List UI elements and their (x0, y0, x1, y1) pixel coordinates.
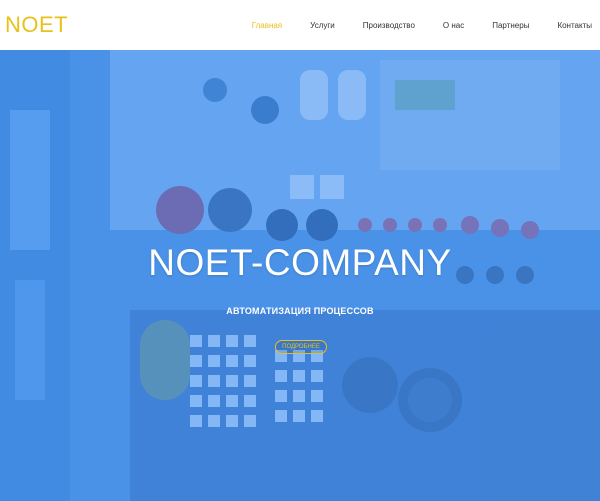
hero-section: NOET-COMPANY АВТОМАТИЗАЦИЯ ПРОЦЕССОВ ПОД… (0, 50, 600, 501)
hero-subtitle: АВТОМАТИЗАЦИЯ ПРОЦЕССОВ (226, 306, 374, 316)
details-button[interactable]: ПОДРОБНЕЕ (275, 340, 327, 354)
nav-item-services[interactable]: Услуги (310, 21, 335, 30)
main-nav: Главная Услуги Производство О нас Партне… (252, 21, 592, 30)
nav-item-contacts[interactable]: Контакты (557, 21, 592, 30)
nav-item-partners[interactable]: Партнеры (492, 21, 529, 30)
nav-item-production[interactable]: Производство (363, 21, 415, 30)
hero-title: NOET-COMPANY (148, 242, 452, 283)
nav-item-about[interactable]: О нас (443, 21, 464, 30)
navbar: NOET Главная Услуги Производство О нас П… (0, 0, 600, 50)
hero-content: NOET-COMPANY АВТОМАТИЗАЦИЯ ПРОЦЕССОВ ПОД… (0, 50, 600, 501)
site-logo[interactable]: NOET (5, 12, 68, 38)
nav-item-home[interactable]: Главная (252, 21, 282, 30)
